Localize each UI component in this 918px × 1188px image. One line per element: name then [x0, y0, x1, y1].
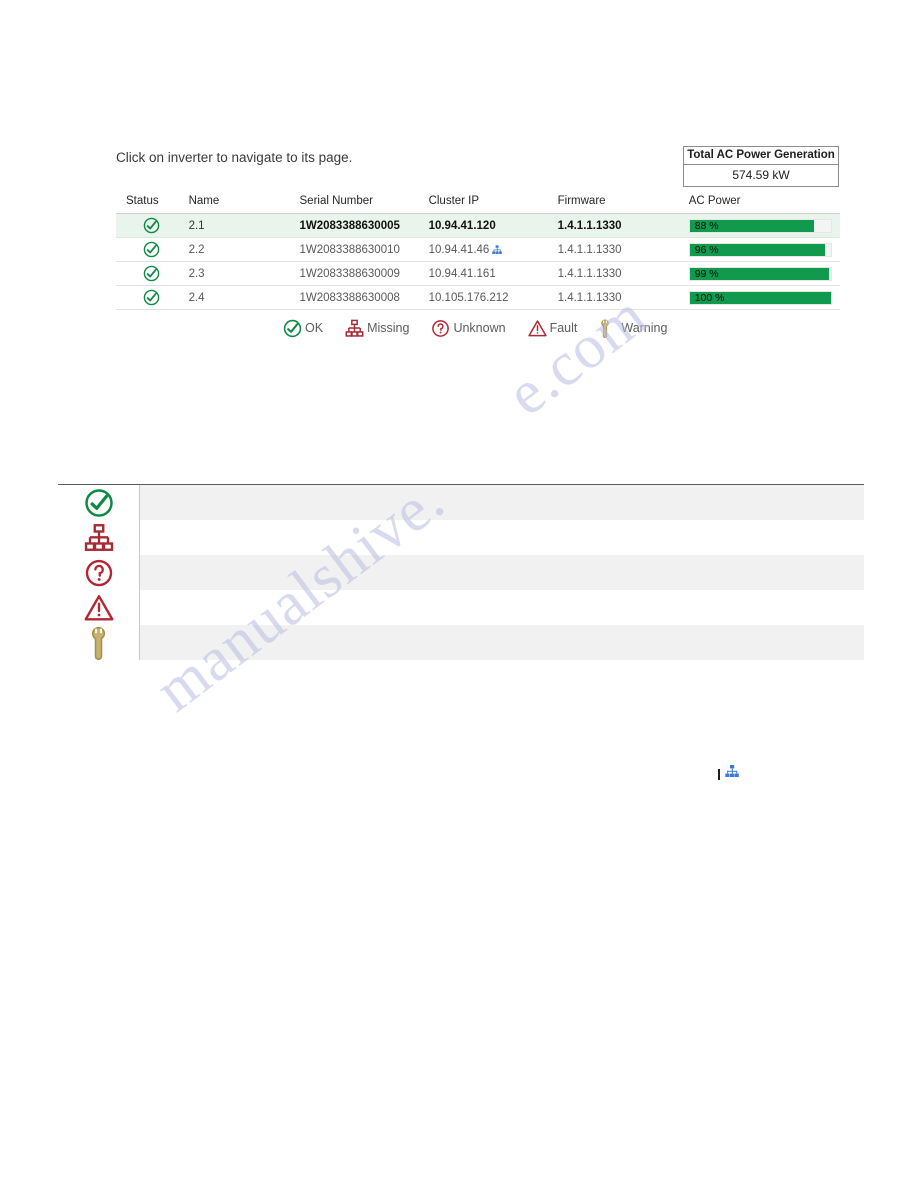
inverter-table-header-row: Status Name Serial Number Cluster IP Fir… — [116, 194, 840, 214]
legend-item: Fault — [527, 319, 578, 338]
legend-item-label: Unknown — [453, 321, 506, 336]
unknown-question-icon — [431, 319, 450, 338]
cluster-network-icon — [725, 765, 739, 783]
legend-item: Warning — [599, 319, 667, 338]
inline-cluster-note — [718, 765, 739, 783]
column-header-ac-power[interactable]: AC Power — [688, 194, 840, 214]
status-reference-row — [58, 625, 864, 660]
column-header-firmware[interactable]: Firmware — [557, 194, 689, 214]
status-reference-description — [139, 625, 864, 660]
inverter-table-head: Status Name Serial Number Cluster IP Fir… — [116, 194, 840, 214]
status-reference-row — [58, 485, 864, 520]
legend-item-label: Fault — [549, 321, 578, 336]
total-ac-power-panel: Total AC Power Generation 574.59 kW — [683, 146, 839, 187]
inverter-firmware-cell: 1.4.1.1.1330 — [557, 261, 689, 286]
ac-power-progress-bar: 96 % — [688, 242, 832, 257]
column-header-cluster-ip[interactable]: Cluster IP — [428, 194, 558, 214]
ok-check-icon — [58, 485, 139, 520]
legend-item: Missing — [345, 319, 409, 338]
inverter-table: Status Name Serial Number Cluster IP Fir… — [116, 194, 840, 310]
inverter-status-cell — [116, 261, 187, 286]
inverter-table-body: 2.1 1W2083388630005 10.94.41.120 1.4.1.1.13… — [116, 213, 840, 310]
column-header-serial-number[interactable]: Serial Number — [299, 194, 429, 214]
cluster-ip-text: 10.94.41.120 — [428, 219, 496, 232]
inverter-cluster-ip-cell: 10.94.41.161 — [428, 261, 558, 286]
status-reference-table — [58, 484, 864, 660]
total-ac-power-title: Total AC Power Generation — [684, 147, 838, 165]
inverter-cluster-ip-cell: 10.105.176.212 — [428, 285, 558, 310]
ok-check-icon — [143, 289, 160, 306]
inverter-name-cell[interactable]: 2.3 — [186, 261, 300, 286]
ac-power-progress-label: 100 % — [694, 291, 725, 304]
ac-power-progress-bar: 88 % — [688, 218, 832, 233]
intro-instruction-text: Click on inverter to navigate to its pag… — [116, 150, 353, 165]
inverter-status-cell — [116, 285, 187, 310]
legend-item: Unknown — [431, 319, 506, 338]
cluster-ip-text: 10.94.41.46 — [428, 243, 490, 256]
status-reference-description — [139, 555, 864, 590]
inverter-name-cell[interactable]: 2.4 — [186, 285, 300, 310]
inverter-name-cell[interactable]: 2.1 — [186, 213, 300, 238]
fault-warning-triangle-icon — [527, 319, 547, 338]
inverter-firmware-cell: 1.4.1.1.1330 — [557, 285, 689, 310]
ok-check-icon — [143, 217, 160, 234]
inverter-serial-cell: 1W2083388630009 — [299, 261, 429, 286]
inverter-row[interactable]: 2.1 1W2083388630005 10.94.41.120 1.4.1.1.13… — [116, 213, 840, 238]
warning-wrench-icon — [599, 319, 613, 338]
inverter-ac-power-cell: 100 % — [688, 285, 840, 310]
status-reference-row — [58, 555, 864, 590]
unknown-question-icon — [58, 555, 139, 590]
inverter-ac-power-cell: 88 % — [688, 213, 840, 238]
inverter-serial-cell: 1W2083388630005 — [299, 213, 429, 238]
ac-power-progress-label: 88 % — [694, 219, 719, 232]
inverter-serial-cell: 1W2083388630008 — [299, 285, 429, 310]
ok-check-icon — [143, 241, 160, 258]
status-reference-description — [139, 485, 864, 520]
fault-warning-triangle-icon — [58, 590, 139, 625]
missing-network-icon — [58, 520, 139, 555]
status-reference-row — [58, 590, 864, 625]
inverter-row[interactable]: 2.3 1W2083388630009 10.94.41.161 1.4.1.1.13… — [116, 261, 840, 286]
ok-check-icon — [283, 319, 302, 338]
warning-wrench-icon — [58, 625, 139, 660]
ac-power-progress-label: 96 % — [694, 243, 719, 256]
legend-item-label: Warning — [621, 321, 668, 336]
inverter-firmware-cell: 1.4.1.1.1330 — [557, 213, 689, 238]
missing-network-icon — [345, 319, 364, 338]
inverter-firmware-cell: 1.4.1.1.1330 — [557, 237, 689, 262]
inverter-row[interactable]: 2.4 1W2083388630008 10.105.176.212 1.4.1.1.… — [116, 285, 840, 310]
legend-item: OK — [283, 319, 323, 338]
inverter-cluster-ip-cell: 10.94.41.120 — [428, 213, 558, 238]
status-reference-description — [139, 520, 864, 555]
inverter-name-cell[interactable]: 2.2 — [186, 237, 300, 262]
cluster-network-icon — [492, 244, 503, 255]
inverter-row[interactable]: 2.2 1W2083388630010 10.94.41.46 1.4.1.1.133… — [116, 237, 840, 262]
column-header-name[interactable]: Name — [186, 194, 300, 214]
status-legend: OK Missing Unknown Fault Warning — [283, 319, 667, 338]
inverter-ac-power-cell: 99 % — [688, 261, 840, 286]
inverter-serial-cell: 1W2083388630010 — [299, 237, 429, 262]
status-reference-description — [139, 590, 864, 625]
cluster-ip-text: 10.94.41.161 — [428, 267, 496, 280]
inline-bar-marker — [718, 768, 720, 780]
status-reference-row — [58, 520, 864, 555]
ac-power-progress-bar: 99 % — [688, 266, 832, 281]
ac-power-progress-label: 99 % — [694, 267, 719, 280]
legend-item-label: OK — [305, 321, 324, 336]
legend-item-label: Missing — [367, 321, 410, 336]
ok-check-icon — [143, 265, 160, 282]
inverter-status-cell — [116, 213, 187, 238]
cluster-ip-text: 10.105.176.212 — [428, 291, 509, 304]
column-header-status[interactable]: Status — [116, 194, 187, 214]
total-ac-power-value: 574.59 kW — [732, 168, 790, 182]
inverter-ac-power-cell: 96 % — [688, 237, 840, 262]
ac-power-progress-bar: 100 % — [688, 290, 832, 305]
inverter-status-cell — [116, 237, 187, 262]
inverter-cluster-ip-cell: 10.94.41.46 — [428, 237, 558, 262]
